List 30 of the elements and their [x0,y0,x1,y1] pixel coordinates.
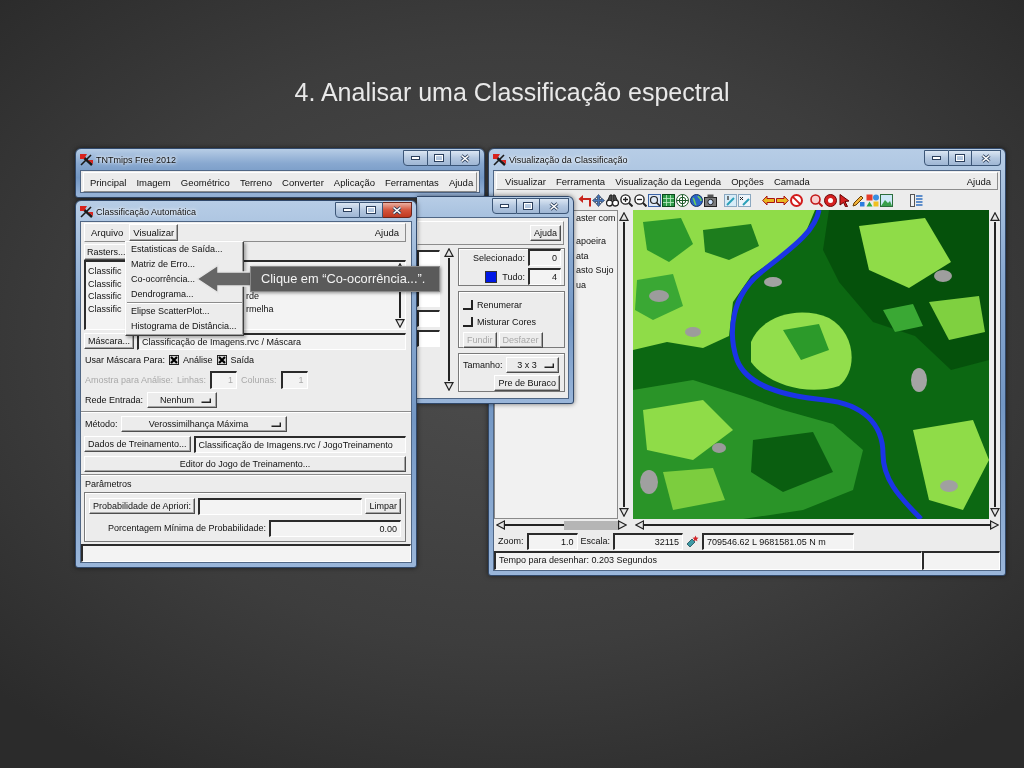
zoom-label: Zoom: [498,535,524,547]
method-label: Método: [85,418,118,430]
field-label: Colunas: [241,373,277,386]
window-title: Visualização da Classificação [509,154,629,166]
checkbox-label: Análise [183,353,213,366]
instruction-tooltip: Clique em “Co-ocorrência...”. [250,266,440,292]
selected-label: Selecionado: [472,251,525,264]
all-label: Tudo: [502,270,525,283]
legend-header: aster com [576,212,616,225]
selected-count-field: 0 [528,249,561,266]
size-label: Tamanho: [463,359,503,371]
coordinates-field: 709546.62 L 9681581.05 N m [702,532,855,550]
field-label: Linhas: [177,373,207,386]
checkbox-label: Renumerar [477,298,523,311]
checkbox-label: Misturar Cores [477,315,536,328]
use-mask-label: Usar Máscara Para: [85,353,166,366]
action-button: Fundir [463,331,497,348]
window-title: Classificação Automática [96,206,198,218]
total-count-field: 4 [528,268,561,285]
window-title: TNTmips Free 2012 [96,154,178,166]
scale-label: Escala: [580,535,611,547]
checkbox-label: Saída [230,353,255,366]
min-probability-label: Porcentagem Mínima de Probabilidade: [107,522,266,534]
status-bar: Tempo para desenhar: 0.203 Segundos [494,551,922,570]
slide-title: 4. Analisar uma Classificação espectral [294,77,730,107]
number-field: 1 [210,370,238,389]
parameters-label: Parâmetros [84,478,133,491]
action-button: Desfazer [498,331,543,348]
number-field: 1 [280,370,308,389]
input-network-label: Rede Entrada: [85,394,144,406]
